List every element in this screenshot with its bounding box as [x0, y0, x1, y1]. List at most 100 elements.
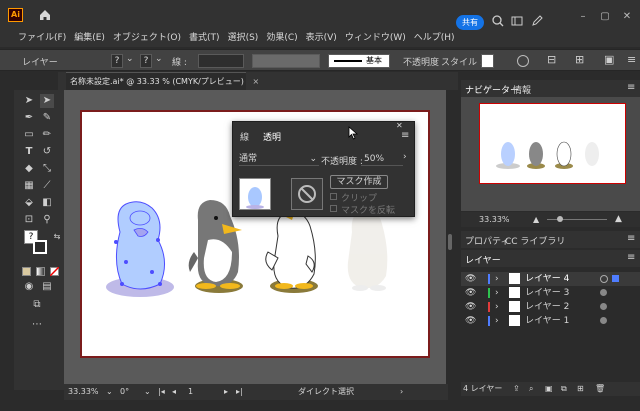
chevron-right-icon[interactable]: ›	[495, 300, 499, 314]
vertical-scrollbar[interactable]	[446, 90, 454, 384]
recolor-icon[interactable]	[517, 55, 529, 67]
tab-layers[interactable]: レイヤー	[465, 253, 501, 266]
change-screen-mode-icon[interactable]: ⧉	[30, 298, 44, 312]
tab-properties[interactable]: プロパティ	[465, 234, 509, 247]
menu-icon[interactable]: ≡	[401, 130, 409, 141]
export-icon[interactable]: ⇪	[513, 382, 520, 396]
search-icon[interactable]	[491, 14, 505, 28]
close-icon[interactable]: ✕	[396, 121, 403, 130]
chevron-right-icon[interactable]: ›	[495, 272, 499, 286]
opacity-input[interactable]: 50%	[361, 152, 403, 166]
new-layer-icon[interactable]: ⊞	[577, 382, 584, 396]
selection-tool-icon[interactable]: ➤	[22, 94, 36, 108]
menu-effect[interactable]: 効果(C)	[266, 30, 297, 47]
type-tool-icon[interactable]: T	[22, 145, 36, 159]
transform-icon[interactable]: ⊞	[575, 53, 584, 66]
none-mode-icon[interactable]	[50, 267, 59, 276]
swap-colors-icon[interactable]: ⇆	[50, 230, 64, 244]
menu-object[interactable]: オブジェクト(O)	[113, 30, 181, 47]
chevron-down-icon[interactable]: ⌄	[126, 54, 134, 64]
layer-name[interactable]: レイヤー 4	[525, 272, 569, 286]
mask-thumbnail[interactable]	[291, 178, 323, 210]
eye-icon[interactable]: 👁	[465, 300, 476, 314]
stroke-weight-field[interactable]	[198, 54, 244, 68]
menu-icon[interactable]: ≡	[627, 82, 635, 93]
eyedropper-tool-icon[interactable]: ⟋	[40, 179, 54, 193]
layer-row[interactable]: 👁 › レイヤー 3	[461, 286, 640, 300]
chevron-down-icon[interactable]: ⌄	[155, 54, 163, 64]
locate-object-icon[interactable]: ⌕	[529, 382, 533, 396]
clip-checkbox[interactable]	[330, 193, 337, 200]
minimize-icon[interactable]: –	[577, 11, 589, 23]
chevron-right-icon[interactable]: ›	[495, 314, 499, 328]
menu-window[interactable]: ウィンドウ(W)	[345, 30, 406, 47]
home-icon[interactable]	[38, 8, 52, 22]
artboard-number[interactable]: 1	[188, 384, 193, 400]
rotation-value[interactable]: 0°	[120, 384, 129, 400]
fill-swatch[interactable]: ?	[111, 54, 123, 68]
chevron-down-icon[interactable]: ⌄	[144, 384, 151, 400]
eye-icon[interactable]: 👁	[465, 272, 476, 286]
rectangle-tool-icon[interactable]: ▭	[22, 128, 36, 142]
menu-help[interactable]: ヘルプ(H)	[414, 30, 455, 47]
screen-mode-icon[interactable]: ▤	[40, 280, 54, 294]
menu-edit[interactable]: 編集(E)	[74, 30, 105, 47]
rotate-tool-icon[interactable]: ↺	[40, 145, 54, 159]
menu-view[interactable]: 表示(V)	[306, 30, 337, 47]
menu-type[interactable]: 書式(T)	[189, 30, 220, 47]
chevron-right-icon[interactable]: ›	[495, 286, 499, 300]
brush-definition[interactable]: 基本	[328, 54, 390, 68]
zoom-level[interactable]: 33.33%	[68, 384, 99, 400]
menu-icon[interactable]: ≡	[627, 53, 636, 66]
make-mask-button[interactable]: マスク作成	[330, 175, 388, 189]
pen-tool-icon[interactable]: ✒	[22, 111, 36, 125]
navigator-preview[interactable]	[479, 103, 626, 184]
target-icon[interactable]	[600, 289, 607, 296]
color-mode-icon[interactable]	[22, 267, 31, 276]
chevron-down-icon[interactable]: ⌄	[106, 384, 113, 400]
tab-info[interactable]: 情報	[513, 83, 531, 96]
scale-tool-icon[interactable]: ⤡	[40, 162, 54, 176]
stroke-color-icon[interactable]	[33, 240, 47, 254]
workspace-icon[interactable]	[510, 14, 524, 28]
eye-icon[interactable]: 👁	[465, 286, 476, 300]
opacity-label[interactable]: 不透明度	[403, 55, 439, 68]
invert-mask-checkbox[interactable]	[330, 205, 337, 212]
layer-name[interactable]: レイヤー 3	[525, 286, 569, 300]
eraser-tool-icon[interactable]: ◆	[22, 162, 36, 176]
layer-row[interactable]: 👁 › レイヤー 2	[461, 300, 640, 314]
blend-mode-select[interactable]: 通常 ⌄	[239, 152, 319, 166]
target-icon[interactable]	[600, 317, 607, 324]
close-icon[interactable]: ✕	[621, 11, 633, 23]
gradient-tool-icon[interactable]: ▦	[22, 179, 36, 193]
first-artboard-icon[interactable]: |◂	[158, 384, 165, 400]
new-sublayer-icon[interactable]: ⧉	[561, 382, 567, 396]
stroke-swatch[interactable]: ?	[140, 54, 152, 68]
next-artboard-icon[interactable]: ▸	[224, 384, 228, 400]
layer-name[interactable]: レイヤー 1	[525, 314, 569, 328]
last-artboard-icon[interactable]: ▸|	[236, 384, 243, 400]
selection-indicator[interactable]	[612, 275, 619, 282]
tab-navigator[interactable]: ナビゲーター	[465, 83, 519, 96]
edit-icon[interactable]	[530, 14, 544, 28]
gradient-mode-icon[interactable]	[36, 267, 45, 276]
menu-select[interactable]: 選択(S)	[228, 30, 259, 47]
zoom-tool-icon[interactable]: ⚲	[40, 213, 54, 227]
menu-icon[interactable]: ≡	[627, 252, 635, 263]
layer-row[interactable]: 👁 › レイヤー 1	[461, 314, 640, 328]
tab-transparency[interactable]: 透明	[263, 130, 281, 143]
zoom-out-icon[interactable]: ▲	[533, 212, 539, 227]
shape-builder-tool-icon[interactable]: ⬙	[22, 196, 36, 210]
perspective-tool-icon[interactable]: ◧	[40, 196, 54, 210]
document-tab[interactable]: 名称未設定.ai* @ 33.33 % (CMYK/プレビュー) ×	[66, 72, 259, 90]
isolate-icon[interactable]: ▣	[604, 53, 614, 66]
zoom-in-icon[interactable]: ▲	[615, 212, 622, 227]
more-tools-icon[interactable]: ⋯	[30, 318, 44, 332]
graphic-style-swatch[interactable]	[481, 54, 494, 68]
object-thumbnail[interactable]	[239, 178, 271, 210]
menu-file[interactable]: ファイル(F)	[18, 30, 66, 47]
navigator-zoom[interactable]: 33.33%	[479, 212, 510, 227]
pencil-tool-icon[interactable]: ✏	[40, 128, 54, 142]
target-icon[interactable]	[600, 275, 608, 283]
share-button[interactable]: 共有	[456, 15, 484, 30]
